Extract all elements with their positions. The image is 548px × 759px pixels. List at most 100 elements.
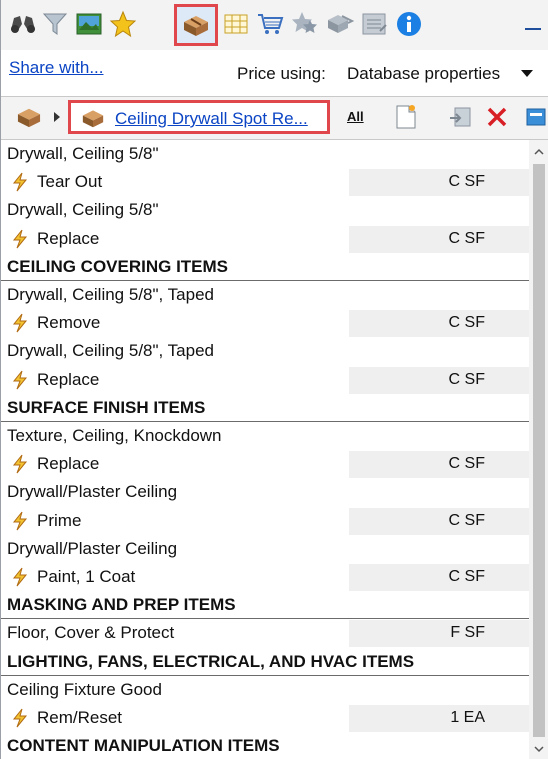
macro-box-icon	[79, 107, 107, 131]
macro-group-icon[interactable]	[323, 8, 355, 40]
line-item-description[interactable]: Drywall, Ceiling 5/8"	[1, 196, 529, 224]
star-icon[interactable]	[107, 8, 139, 40]
row-text: Drywall/Plaster Ceiling	[7, 538, 178, 558]
lightning-icon	[12, 370, 28, 389]
checklist-icon[interactable]	[358, 8, 390, 40]
scroll-up-icon[interactable]	[533, 146, 545, 158]
estimate-panel: Share with... Price using: Database prop…	[0, 0, 548, 759]
row-text: MASKING AND PREP ITEMS	[7, 595, 236, 615]
breadcrumb-macro-link[interactable]: Ceiling Drywall Spot Re...	[115, 109, 308, 129]
row-text: CEILING COVERING ITEMS	[7, 256, 229, 276]
line-item-action[interactable]: Tear Out C SF	[1, 168, 529, 197]
filter-icon[interactable]	[39, 8, 71, 40]
quantity-unit: 1 EA	[450, 709, 485, 726]
info-icon[interactable]	[393, 8, 425, 40]
section-header[interactable]: LIGHTING, FANS, ELECTRICAL, AND HVAC ITE…	[1, 648, 529, 676]
quantity-cell[interactable]: C SF	[349, 365, 529, 394]
row-text: Ceiling Fixture Good	[7, 679, 162, 699]
quantity-cell[interactable]: C SF	[349, 309, 529, 338]
row-text: Replace	[37, 454, 100, 474]
lightning-icon	[12, 511, 28, 530]
macro-box-icon[interactable]	[174, 4, 218, 46]
line-item-action[interactable]: Remove C SF	[1, 309, 529, 338]
quantity-unit: C SF	[448, 568, 485, 585]
quantity-cell[interactable]: C SF	[349, 224, 529, 253]
line-item-list: Drywall, Ceiling 5/8" Tear Out C SF Drywall…	[1, 140, 529, 759]
chevron-right-icon	[54, 112, 60, 122]
line-item-action[interactable]: Replace C SF	[1, 450, 529, 479]
line-item-action[interactable]: Replace C SF	[1, 365, 529, 394]
breadcrumb: Ceiling Drywall Spot Re...	[68, 100, 330, 134]
main-toolbar	[1, 0, 548, 50]
line-item-description[interactable]: Drywall, Ceiling 5/8", Taped	[1, 281, 529, 309]
quantity-cell[interactable]: C SF	[349, 168, 529, 197]
row-text: SURFACE FINISH ITEMS	[7, 397, 206, 417]
row-text: Replace	[37, 369, 100, 389]
macro-toolbar: Ceiling Drywall Spot Re... All	[1, 96, 548, 140]
row-text: Tear Out	[37, 172, 103, 192]
row-text: LIGHTING, FANS, ELECTRICAL, AND HVAC ITE…	[7, 651, 415, 671]
section-header[interactable]: MASKING AND PREP ITEMS	[1, 591, 529, 620]
line-item-description[interactable]: Drywall, Ceiling 5/8"	[1, 140, 529, 168]
price-using-label: Price using:	[237, 64, 326, 83]
quantity-cell[interactable]: C SF	[349, 563, 529, 591]
picture-icon[interactable]	[73, 8, 105, 40]
quantity-cell[interactable]: C SF	[349, 506, 529, 535]
line-item-description[interactable]: Drywall/Plaster Ceiling	[1, 535, 529, 563]
star-group-icon[interactable]	[289, 8, 321, 40]
section-header[interactable]: CONTENT MANIPULATION ITEMS	[1, 732, 529, 759]
export-icon[interactable]	[525, 106, 548, 128]
row-text: Drywall, Ceiling 5/8", Taped	[7, 285, 214, 304]
section-header[interactable]: SURFACE FINISH ITEMS	[1, 394, 529, 422]
line-item-action[interactable]: Paint, 1 Coat C SF	[1, 563, 529, 591]
quantity-unit: C SF	[448, 455, 485, 473]
line-item-description[interactable]: Ceiling Fixture Good	[1, 676, 529, 704]
chevron-down-icon[interactable]	[521, 70, 533, 77]
minimize-icon[interactable]	[525, 28, 541, 30]
all-button[interactable]: All	[347, 109, 364, 124]
row-text: Drywall/Plaster Ceiling	[7, 482, 178, 502]
lightning-icon	[12, 454, 28, 474]
table-icon[interactable]	[220, 8, 252, 40]
lightning-icon	[12, 229, 28, 248]
cart-icon[interactable]	[254, 8, 286, 40]
line-item-description[interactable]: Texture, Ceiling, Knockdown	[1, 422, 529, 450]
share-price-row: Share with... Price using: Database prop…	[1, 50, 548, 90]
lightning-icon	[12, 313, 28, 333]
row-text: Floor, Cover & Protect	[7, 623, 175, 643]
quantity-cell[interactable]: C SF	[349, 450, 529, 479]
price-source-select[interactable]: Database properties	[347, 64, 500, 84]
delete-icon[interactable]	[485, 105, 509, 129]
line-item-description[interactable]: Floor, Cover & Protect F SF	[1, 619, 529, 648]
quantity-unit: C SF	[448, 370, 485, 388]
share-with-link[interactable]: Share with...	[9, 58, 104, 78]
lightning-icon	[12, 172, 28, 192]
line-item-action[interactable]: Rem/Reset 1 EA	[1, 704, 529, 732]
line-item-action[interactable]: Prime C SF	[1, 506, 529, 535]
row-text: Paint, 1 Coat	[37, 567, 136, 586]
row-text: CONTENT MANIPULATION ITEMS	[7, 736, 280, 756]
macro-box-icon[interactable]	[15, 105, 43, 131]
new-document-icon[interactable]	[394, 103, 420, 131]
row-text: Replace	[37, 228, 100, 248]
binoculars-icon[interactable]	[7, 8, 39, 40]
lightning-icon	[12, 567, 28, 587]
line-item-description[interactable]: Drywall/Plaster Ceiling	[1, 478, 529, 506]
row-text: Remove	[37, 313, 101, 333]
row-text: Texture, Ceiling, Knockdown	[7, 426, 222, 445]
scroll-thumb[interactable]	[533, 164, 545, 737]
vertical-scrollbar[interactable]	[529, 140, 548, 759]
line-item-action[interactable]: Replace C SF	[1, 224, 529, 253]
quantity-unit: F SF	[450, 624, 485, 642]
row-text: Drywall, Ceiling 5/8"	[7, 200, 159, 220]
row-text: Rem/Reset	[37, 708, 123, 727]
row-text: Drywall, Ceiling 5/8", Taped	[7, 341, 214, 361]
section-header[interactable]: CEILING COVERING ITEMS	[1, 253, 529, 281]
quantity-unit: C SF	[448, 511, 485, 529]
quantity-cell[interactable]: 1 EA	[349, 704, 529, 732]
import-icon[interactable]	[447, 104, 473, 130]
line-item-description[interactable]: Drywall, Ceiling 5/8", Taped	[1, 337, 529, 365]
scroll-down-icon[interactable]	[533, 743, 545, 755]
quantity-cell[interactable]: F SF	[349, 619, 529, 648]
row-text: Prime	[37, 510, 82, 530]
